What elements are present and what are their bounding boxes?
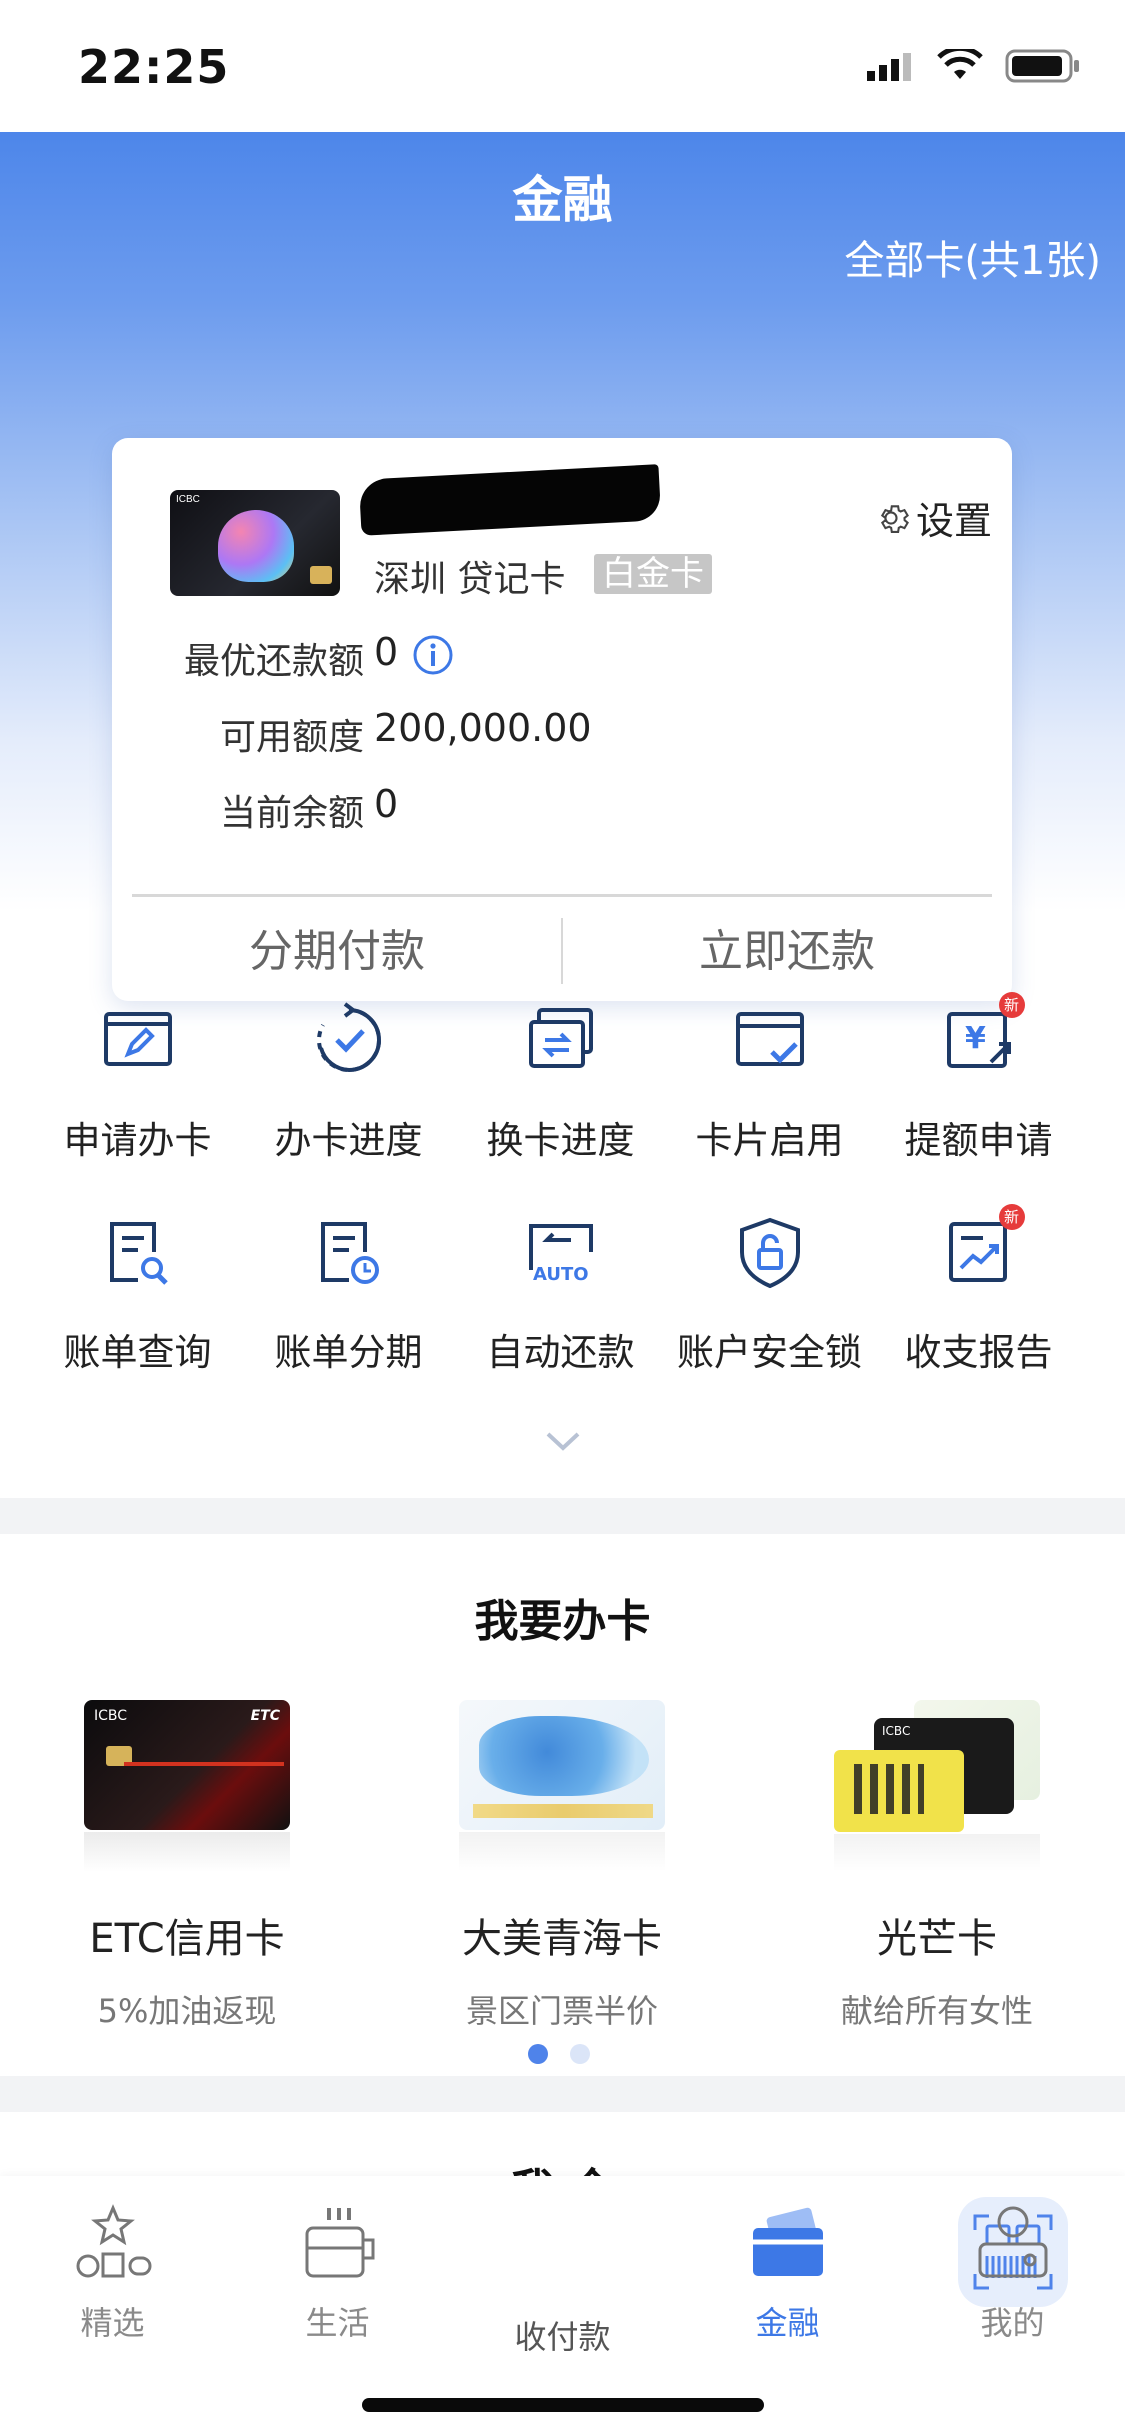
- current-balance-value: 0: [374, 782, 399, 826]
- promo-card-guangmang[interactable]: ICBC 光芒卡 献给所有女性: [787, 1700, 1087, 2032]
- tab-label: 收付款: [514, 2318, 611, 2356]
- svg-text:AUTO: AUTO: [533, 1264, 589, 1285]
- page-dot-active[interactable]: [528, 2044, 548, 2064]
- card-divider: [132, 894, 992, 897]
- tab-label: 精选: [80, 2304, 145, 2342]
- home-indicator[interactable]: [362, 2398, 764, 2412]
- service-label: 提额申请: [904, 1119, 1053, 1162]
- tab-pay-receive[interactable]: 收付款: [450, 2197, 1068, 2358]
- etc-card-image: ICBC ETC: [84, 1700, 290, 1876]
- coffee-cup-icon: [305, 2208, 374, 2278]
- card-activate-icon: [735, 1012, 804, 1066]
- service-label: 账单查询: [63, 1331, 212, 1374]
- card-type-label: 深圳 贷记卡: [374, 559, 566, 600]
- progress-check-icon: [316, 1002, 381, 1073]
- auto-repay-icon: AUTO: [528, 1224, 593, 1285]
- new-badge: 新: [998, 992, 1025, 1018]
- promo-card-name: 大美青海卡: [462, 1916, 662, 1962]
- service-label: 账户安全锁: [677, 1331, 862, 1374]
- info-icon[interactable]: [412, 634, 454, 676]
- service-label: 申请办卡: [63, 1119, 212, 1162]
- service-auto-repay[interactable]: AUTO 自动还款: [448, 1212, 673, 1376]
- repay-now-button[interactable]: 立即还款: [562, 904, 1012, 1000]
- tab-me[interactable]: 我的: [900, 2204, 1125, 2344]
- status-time: 22:25: [78, 40, 230, 94]
- credit-card-panel: ICBC 深圳 贷记卡 白金卡 设置 最优还款额 0 可用额度 200,000.…: [112, 438, 1012, 1001]
- section-divider: [0, 1498, 1125, 1534]
- card-level-badge: 白金卡: [594, 554, 712, 594]
- settings-button[interactable]: 设置: [872, 490, 992, 545]
- credit-card-image[interactable]: ICBC: [170, 490, 340, 596]
- battery-icon: [1005, 49, 1079, 83]
- service-card-replace[interactable]: 换卡进度: [448, 1000, 673, 1164]
- section-divider: [0, 2076, 1125, 2112]
- page-dot[interactable]: [570, 2044, 590, 2064]
- settings-label: 设置: [915, 499, 992, 543]
- tab-featured[interactable]: 精选: [0, 2204, 225, 2344]
- card-replace-icon: [528, 1008, 593, 1068]
- min-payment-value: 0: [374, 630, 399, 674]
- bank-logo: ICBC: [176, 494, 200, 505]
- installment-button[interactable]: 分期付款: [112, 904, 562, 1000]
- service-label: 办卡进度: [274, 1119, 423, 1162]
- new-badge: 新: [998, 1204, 1025, 1230]
- tab-life[interactable]: 生活: [225, 2204, 450, 2344]
- service-security-lock[interactable]: 账户安全锁: [657, 1212, 882, 1376]
- svg-text:¥: ¥: [965, 1021, 986, 1056]
- star-shapes-icon: [76, 2204, 151, 2278]
- service-label: 收支报告: [904, 1331, 1053, 1374]
- service-bill-installment[interactable]: 账单分期: [236, 1212, 461, 1376]
- promo-card-name: ETC信用卡: [89, 1916, 285, 1962]
- promo-card-desc: 景区门票半价: [465, 1992, 658, 2030]
- redacted-card-number: [358, 464, 662, 536]
- gear-icon: [880, 504, 909, 533]
- status-icons: [865, 48, 1081, 84]
- promo-card-name: 光芒卡: [877, 1916, 997, 1962]
- promo-card-desc: 献给所有女性: [840, 1992, 1033, 2030]
- service-report[interactable]: 新 收支报告: [866, 1204, 1091, 1376]
- available-credit-label: 可用额度: [219, 717, 364, 758]
- carousel-pagination: [528, 2044, 590, 2064]
- min-payment-label: 最优还款额: [183, 641, 364, 682]
- wifi-icon: [937, 49, 983, 79]
- bill-installment-icon: [320, 1222, 379, 1284]
- bottom-tab-bar: 精选 生活 收付款 金融 我的: [0, 2176, 1125, 2436]
- apply-section-title: 我要办卡: [474, 1596, 651, 1647]
- available-credit-value: 200,000.00: [374, 706, 592, 750]
- service-label: 卡片启用: [695, 1119, 844, 1162]
- tab-label: 我的: [980, 2304, 1045, 2342]
- service-card-activate[interactable]: 卡片启用: [657, 1000, 882, 1164]
- service-label: 自动还款: [486, 1331, 635, 1374]
- apply-card-icon: [103, 1012, 172, 1066]
- card-stack-icon: [752, 2207, 823, 2276]
- status-bar: 22:25: [0, 0, 1125, 132]
- promo-card-desc: 5%加油返现: [97, 1992, 277, 2030]
- current-balance-label: 当前余额: [219, 793, 364, 834]
- tab-label: 生活: [305, 2304, 370, 2342]
- service-progress[interactable]: 办卡进度: [236, 1000, 461, 1164]
- service-label: 账单分期: [274, 1331, 423, 1374]
- tab-label: 金融: [755, 2304, 820, 2342]
- service-bill-search[interactable]: 账单查询: [25, 1212, 250, 1376]
- guangmang-card-image: ICBC: [834, 1700, 1040, 1876]
- service-label: 换卡进度: [486, 1119, 635, 1162]
- qinghai-card-image: [459, 1700, 665, 1876]
- signal-icon: [867, 53, 911, 81]
- security-lock-icon: [739, 1217, 800, 1289]
- chevron-down-icon[interactable]: [546, 1430, 580, 1452]
- service-apply-card[interactable]: 申请办卡: [25, 1000, 250, 1164]
- promo-card-qinghai[interactable]: 大美青海卡 景区门票半价: [412, 1700, 712, 2032]
- profile-icon: [978, 2206, 1047, 2278]
- page-title: 金融: [512, 171, 613, 229]
- tab-finance[interactable]: 金融: [675, 2204, 900, 2344]
- finance-header: 金融 全部卡(共1张) ICBC 深圳 贷记卡 白金卡 设置 最优还款额 0 可…: [0, 132, 1125, 1001]
- bill-search-icon: [109, 1222, 168, 1285]
- service-limit-increase[interactable]: ¥ 新 提额申请: [866, 992, 1091, 1164]
- all-cards-link[interactable]: 全部卡(共1张): [844, 228, 1101, 286]
- promo-card-etc[interactable]: ICBC ETC ETC信用卡 5%加油返现: [37, 1700, 337, 2032]
